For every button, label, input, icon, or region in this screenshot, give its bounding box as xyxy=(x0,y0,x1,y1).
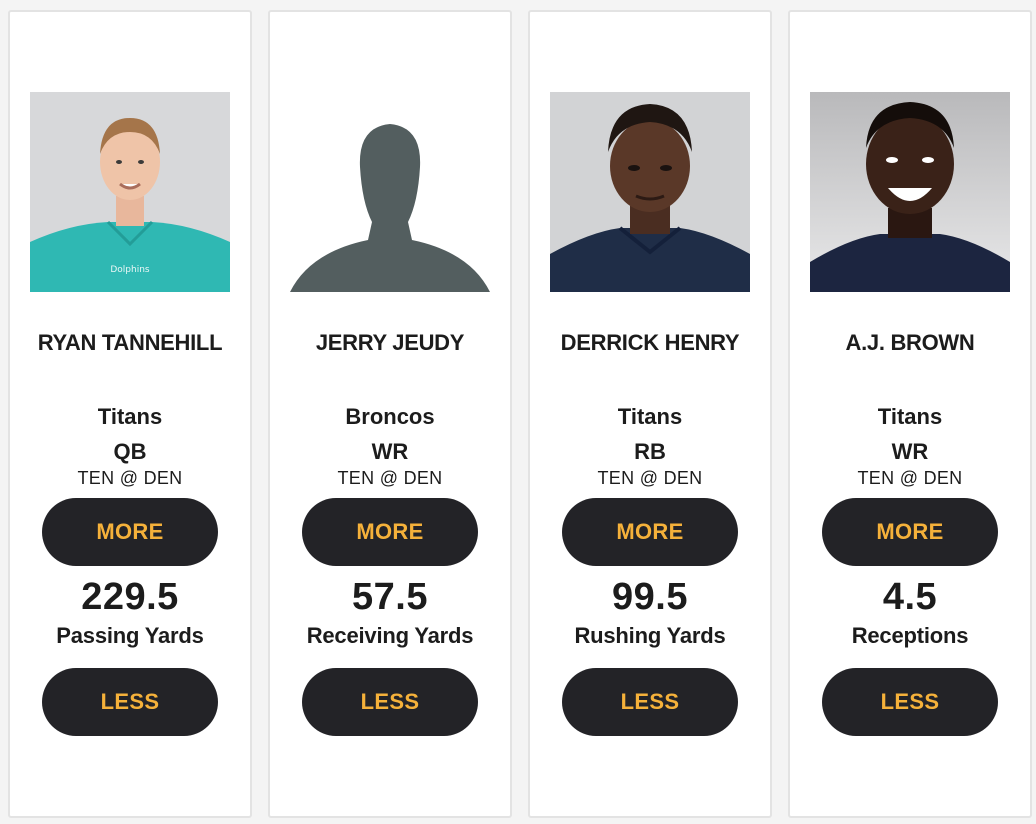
less-button[interactable]: LESS xyxy=(822,668,998,736)
prop-line-value: 99.5 xyxy=(612,576,688,618)
prop-stat-label: Receptions xyxy=(851,623,969,648)
player-team: Titans xyxy=(97,404,163,429)
player-headshot-image: Dolphins xyxy=(30,92,230,292)
player-name: RYAN TANNEHILL xyxy=(37,330,223,355)
prop-stat-label: Rushing Yards xyxy=(574,623,726,648)
player-position: RB xyxy=(634,439,666,464)
player-team: Titans xyxy=(877,404,943,429)
more-button[interactable]: MORE xyxy=(42,498,218,566)
prop-stat-label: Passing Yards xyxy=(56,623,204,648)
player-card: A.J. BROWN Titans WR TEN @ DEN MORE 4.5 … xyxy=(788,10,1032,818)
game-matchup: TEN @ DEN xyxy=(77,468,183,488)
player-cards-grid: Dolphins RYAN TANNEHILL Titans QB TEN @ … xyxy=(0,0,1036,824)
game-matchup: TEN @ DEN xyxy=(337,468,443,488)
prop-line-value: 57.5 xyxy=(352,576,428,618)
svg-text:Dolphins: Dolphins xyxy=(110,265,150,275)
less-button[interactable]: LESS xyxy=(562,668,738,736)
less-button[interactable]: LESS xyxy=(302,668,478,736)
prop-line-value: 4.5 xyxy=(882,576,938,618)
placeholder-silhouette-icon xyxy=(290,92,490,292)
more-button[interactable]: MORE xyxy=(562,498,738,566)
game-matchup: TEN @ DEN xyxy=(857,468,963,488)
player-card: JERRY JEUDY Broncos WR TEN @ DEN MORE 57… xyxy=(268,10,512,818)
player-card: DERRICK HENRY Titans RB TEN @ DEN MORE 9… xyxy=(528,10,772,818)
prop-line-value: 229.5 xyxy=(81,576,179,618)
player-team: Titans xyxy=(617,404,683,429)
player-name: DERRICK HENRY xyxy=(560,330,740,355)
player-name: A.J. BROWN xyxy=(845,330,975,355)
player-name: JERRY JEUDY xyxy=(315,330,465,355)
player-card: Dolphins RYAN TANNEHILL Titans QB TEN @ … xyxy=(8,10,252,818)
more-button[interactable]: MORE xyxy=(302,498,478,566)
player-position: WR xyxy=(891,439,929,464)
player-photo xyxy=(290,92,490,292)
player-photo xyxy=(550,92,750,292)
less-button[interactable]: LESS xyxy=(42,668,218,736)
game-matchup: TEN @ DEN xyxy=(597,468,703,488)
player-photo xyxy=(810,92,1010,292)
player-headshot-image xyxy=(550,92,750,292)
player-headshot-image xyxy=(810,92,1010,292)
more-button[interactable]: MORE xyxy=(822,498,998,566)
player-team: Broncos xyxy=(345,404,435,429)
player-position: QB xyxy=(113,439,147,464)
player-photo: Dolphins xyxy=(30,92,230,292)
prop-stat-label: Receiving Yards xyxy=(306,623,474,648)
player-position: WR xyxy=(371,439,409,464)
